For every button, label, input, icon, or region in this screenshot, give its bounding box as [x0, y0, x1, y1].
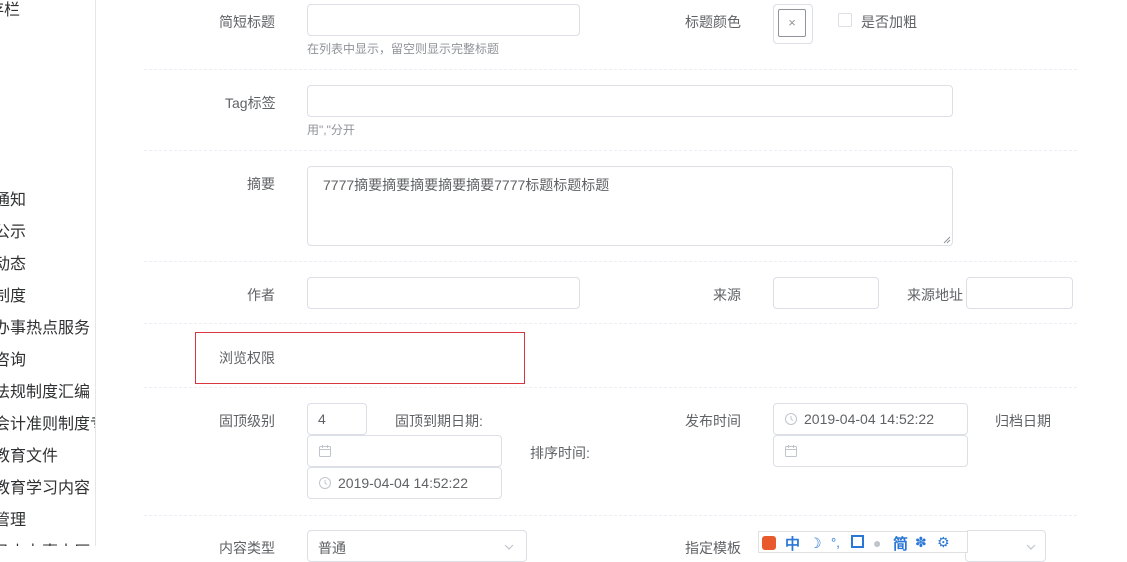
- publish-time-datepicker[interactable]: 2019-04-04 14:52:22: [773, 403, 968, 435]
- content-type-select[interactable]: 普通: [307, 530, 527, 562]
- resize-handle-icon[interactable]: [943, 236, 951, 244]
- source-label: 来源: [713, 287, 741, 303]
- bold-checkbox[interactable]: [838, 13, 852, 27]
- pin-expire-label: 固顶到期日期:: [395, 413, 483, 429]
- pin-expire-datepicker[interactable]: [307, 435, 502, 467]
- sidebar-item[interactable]: 教育文件: [0, 442, 58, 466]
- bold-label: 是否加粗: [861, 14, 917, 30]
- archive-date-datepicker[interactable]: [773, 435, 968, 467]
- title-color-label: 标题颜色: [685, 14, 741, 30]
- author-input[interactable]: [307, 277, 580, 309]
- row-divider: [144, 323, 1077, 324]
- permission-label[interactable]: 浏览权限: [219, 348, 275, 368]
- calendar-icon: [319, 445, 331, 457]
- short-title-label: 简短标题: [219, 14, 275, 30]
- ime-simplified-icon: 简: [893, 536, 909, 553]
- sidebar-item[interactable]: 管理: [0, 506, 26, 530]
- article-form: 简短标题 在列表中显示，留空则显示完整标题 标题颜色 × 是否加粗 Tag标签 …: [96, 0, 1127, 562]
- short-title-hint: 在列表中显示，留空则显示完整标题: [307, 42, 500, 56]
- publish-time-value: 2019-04-04 14:52:22: [804, 411, 934, 427]
- row-divider: [144, 387, 1077, 388]
- sort-time-label: 排序时间:: [530, 445, 590, 461]
- sidebar-item[interactable]: 存栏: [0, 0, 20, 20]
- summary-text: 7777摘要摘要摘要摘要摘要7777标题标题标题: [323, 177, 610, 193]
- summary-textarea[interactable]: 7777摘要摘要摘要摘要摘要7777标题标题标题: [307, 166, 953, 246]
- pin-level-label: 固顶级别: [219, 413, 275, 429]
- sidebar: 存栏 通知 公示 动态 制度 办事热点服务 咨询 法规制度汇编 会计准则制度专 …: [0, 0, 96, 546]
- sidebar-item[interactable]: 制度: [0, 282, 26, 306]
- summary-label: 摘要: [247, 176, 275, 192]
- ime-moon-icon: ☽: [809, 535, 822, 551]
- color-picker[interactable]: ×: [773, 4, 813, 44]
- ime-lang-icon: 中: [785, 536, 801, 553]
- row-divider: [144, 261, 1077, 262]
- row-divider: [144, 69, 1077, 70]
- template-label: 指定模板: [685, 540, 741, 556]
- sidebar-item[interactable]: 动态: [0, 250, 26, 274]
- sidebar-item[interactable]: 会计准则制度专: [0, 410, 95, 434]
- sidebar-item[interactable]: 公示: [0, 218, 26, 242]
- source-input[interactable]: [773, 277, 879, 309]
- template-select[interactable]: [965, 530, 1046, 562]
- pin-level-value: 4: [318, 411, 326, 427]
- clock-icon: [319, 477, 331, 489]
- publish-time-label: 发布时间: [685, 413, 741, 429]
- ime-punct-icon: °,: [831, 535, 840, 550]
- gear-icon: ⚙: [937, 534, 950, 550]
- source-url-input[interactable]: [966, 277, 1073, 309]
- row-divider: [144, 150, 1077, 151]
- ime-keyboard-icon: [851, 535, 864, 548]
- sidebar-item[interactable]: 办事热点服务: [0, 314, 90, 338]
- row-divider: [144, 515, 1077, 516]
- ime-user-icon: ●: [873, 535, 882, 551]
- sidebar-item[interactable]: 咨询: [0, 346, 26, 370]
- sort-time-datepicker[interactable]: 2019-04-04 14:52:22: [307, 467, 502, 499]
- short-title-input[interactable]: [307, 4, 580, 36]
- pin-level-input[interactable]: 4: [307, 403, 367, 435]
- source-url-label: 来源地址: [907, 287, 963, 303]
- calendar-icon: [785, 445, 797, 457]
- sidebar-item[interactable]: 通知: [0, 186, 26, 210]
- sort-time-value: 2019-04-04 14:52:22: [338, 475, 468, 491]
- tag-hint: 用","分开: [307, 123, 355, 137]
- chevron-down-icon: [504, 544, 514, 550]
- author-label: 作者: [247, 287, 275, 303]
- content-type-value: 普通: [318, 540, 346, 556]
- sidebar-item[interactable]: 教育学习内容: [0, 474, 90, 498]
- archive-date-label: 归档日期: [995, 413, 1051, 429]
- ime-skin-icon: ✽: [915, 534, 927, 550]
- close-icon: ×: [778, 9, 806, 37]
- tag-input[interactable]: [307, 85, 953, 117]
- chevron-down-icon: [1026, 544, 1036, 550]
- ime-logo-icon: [762, 536, 776, 550]
- sidebar-item[interactable]: 法规制度汇编: [0, 378, 90, 402]
- ime-toolbar[interactable]: 中 ☽ °, ● 简 ✽ ⚙: [758, 531, 968, 553]
- content-type-label: 内容类型: [219, 540, 275, 556]
- sidebar-item[interactable]: 马上办事大厅: [0, 538, 90, 546]
- clock-icon: [785, 413, 797, 425]
- tag-label: Tag标签: [225, 95, 276, 111]
